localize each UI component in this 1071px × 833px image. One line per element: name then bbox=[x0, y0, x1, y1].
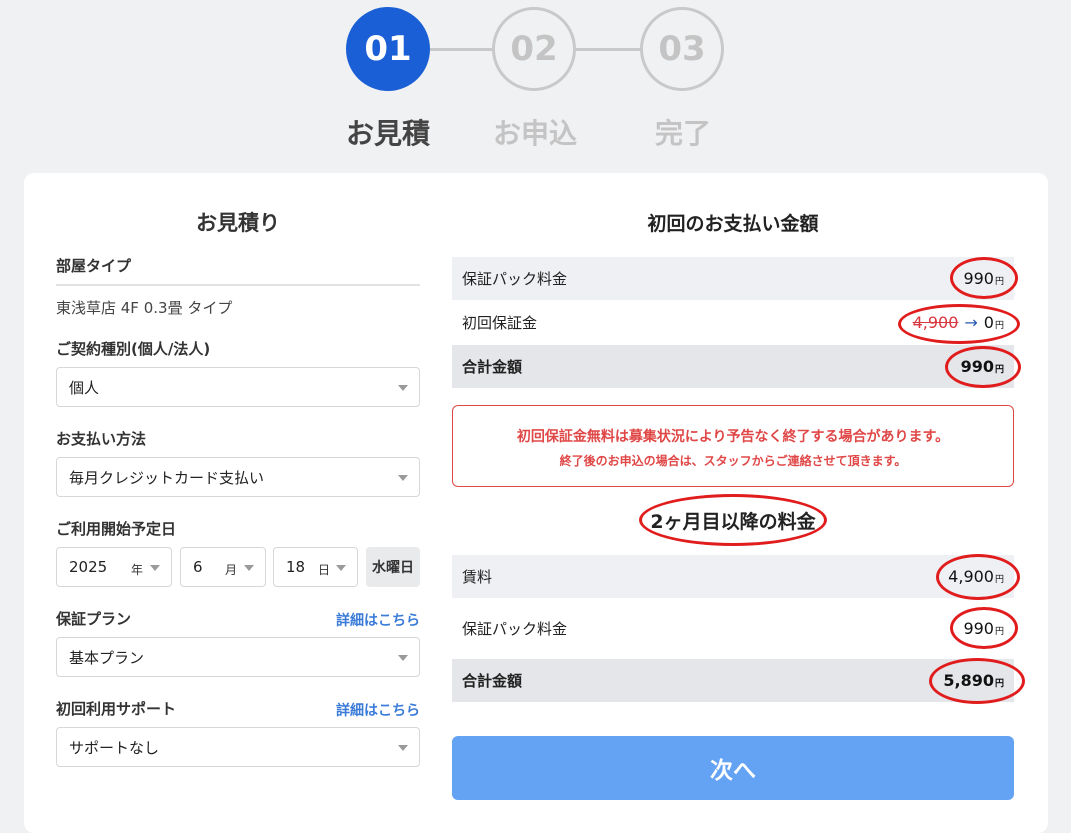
amount-value: 0 bbox=[983, 313, 994, 332]
total-label: 合計金額 bbox=[462, 358, 523, 376]
chevron-down-icon bbox=[398, 475, 408, 481]
guarantee-plan-label: 保証プラン bbox=[56, 610, 132, 628]
row-label: 初回保証金 bbox=[462, 314, 538, 332]
row-amount: 4,900 円 bbox=[948, 567, 1004, 586]
step-1-circle: 01 bbox=[346, 7, 430, 91]
payment-method-label: お支払い方法 bbox=[56, 430, 147, 448]
first-payment-total-row: 合計金額 990 円 bbox=[452, 345, 1014, 388]
monthly-total-row: 合計金額 5,890 円 bbox=[452, 659, 1014, 702]
yen-unit: 円 bbox=[994, 679, 1004, 689]
day-select[interactable]: 18 日 bbox=[273, 547, 358, 587]
step-2-circle: 02 bbox=[492, 7, 576, 91]
yen-unit: 円 bbox=[994, 365, 1004, 375]
chevron-down-icon bbox=[150, 565, 160, 571]
month-select[interactable]: 6 月 bbox=[180, 547, 266, 587]
total-amount: 5,890 円 bbox=[943, 671, 1004, 690]
monthly-row: 賃料 4,900 円 bbox=[452, 555, 1014, 598]
monthly-row: 保証パック料金 990 円 bbox=[452, 607, 1014, 650]
next-button[interactable]: 次へ bbox=[452, 736, 1014, 800]
weekday-display: 水曜日 bbox=[366, 547, 420, 587]
chevron-down-icon bbox=[398, 655, 408, 661]
first-payment-title: 初回のお支払い金額 bbox=[647, 213, 819, 235]
support-value: サポートなし bbox=[69, 738, 160, 757]
row-label: 賃料 bbox=[462, 568, 493, 586]
day-value: 18 bbox=[286, 558, 306, 576]
notice-box: 初回保証金無料は募集状況により予告なく終了する場合があります。 終了後のお申込の… bbox=[452, 405, 1014, 487]
payment-method-value: 毎月クレジットカード支払い bbox=[69, 468, 265, 487]
old-amount: 4,900 bbox=[912, 313, 959, 332]
divider bbox=[56, 284, 420, 286]
yen-unit: 円 bbox=[994, 627, 1004, 637]
guarantee-plan-select[interactable]: 基本プラン bbox=[56, 637, 420, 677]
row-amount: 990 円 bbox=[963, 269, 1004, 288]
row-amount: 990 円 bbox=[963, 619, 1004, 638]
row-label: 保証パック料金 bbox=[462, 270, 568, 288]
step-3-circle: 03 bbox=[640, 7, 724, 91]
row-label: 保証パック料金 bbox=[462, 620, 568, 638]
payment-method-select[interactable]: 毎月クレジットカード支払い bbox=[56, 457, 420, 497]
yen-unit: 円 bbox=[994, 321, 1004, 331]
step-connector bbox=[576, 48, 642, 51]
support-select[interactable]: サポートなし bbox=[56, 727, 420, 767]
contract-type-select[interactable]: 個人 bbox=[56, 367, 420, 407]
arrow-right-icon: → bbox=[964, 313, 978, 332]
notice-line-2: 終了後のお申込の場合は、スタッフからご連絡させて頂きます。 bbox=[559, 454, 907, 468]
contract-type-value: 個人 bbox=[69, 378, 100, 397]
step-1-label: お見積 bbox=[345, 117, 430, 150]
amount-value: 990 bbox=[963, 269, 994, 288]
year-select[interactable]: 2025 年 bbox=[56, 547, 172, 587]
notice-line-1: 初回保証金無料は募集状況により予告なく終了する場合があります。 bbox=[516, 429, 950, 445]
contract-type-label: ご契約種別(個人/法人) bbox=[56, 340, 211, 358]
total-label: 合計金額 bbox=[462, 672, 523, 690]
yen-unit: 円 bbox=[994, 277, 1004, 287]
monthly-title: 2ヶ月目以降の料金 bbox=[650, 511, 816, 533]
chevron-down-icon bbox=[398, 385, 408, 391]
chevron-down-icon bbox=[398, 745, 408, 751]
step-3-label: 完了 bbox=[654, 117, 711, 150]
support-label: 初回利用サポート bbox=[56, 700, 177, 718]
progress-stepper: 01 02 03 お見積 お申込 完了 bbox=[0, 0, 1071, 170]
yen-unit: 円 bbox=[994, 575, 1004, 585]
guarantee-plan-detail-link[interactable]: 詳細はこちら bbox=[336, 610, 420, 630]
estimate-card: お見積り 部屋タイプ 東浅草店 4F 0.3畳 タイプ ご契約種別(個人/法人)… bbox=[24, 173, 1048, 833]
step-2-label: お申込 bbox=[492, 117, 577, 150]
year-unit: 年 bbox=[131, 563, 144, 577]
row-amount: 4,900 → 0円 bbox=[913, 313, 1004, 332]
month-unit: 月 bbox=[225, 563, 238, 577]
chevron-down-icon bbox=[244, 565, 254, 571]
day-unit: 日 bbox=[318, 563, 331, 577]
step-connector bbox=[430, 48, 494, 51]
year-value: 2025 bbox=[69, 558, 108, 576]
room-type-value: 東浅草店 4F 0.3畳 タイプ bbox=[56, 299, 233, 317]
support-detail-link[interactable]: 詳細はこちら bbox=[336, 700, 420, 720]
guarantee-plan-value: 基本プラン bbox=[69, 648, 145, 667]
total-amount: 990 円 bbox=[961, 357, 1004, 376]
estimate-title: お見積り bbox=[196, 211, 280, 235]
amount-value: 5,890 bbox=[943, 671, 994, 690]
chevron-down-icon bbox=[336, 565, 346, 571]
amount-value: 4,900 bbox=[948, 567, 994, 586]
start-date-label: ご利用開始予定日 bbox=[56, 520, 177, 538]
amount-value: 990 bbox=[963, 619, 994, 638]
first-payment-row: 初回保証金 4,900 → 0円 bbox=[452, 301, 1014, 344]
amount-value: 990 bbox=[960, 357, 994, 376]
first-payment-row: 保証パック料金 990 円 bbox=[452, 257, 1014, 300]
room-type-label: 部屋タイプ bbox=[56, 257, 132, 275]
month-value: 6 bbox=[193, 558, 203, 576]
